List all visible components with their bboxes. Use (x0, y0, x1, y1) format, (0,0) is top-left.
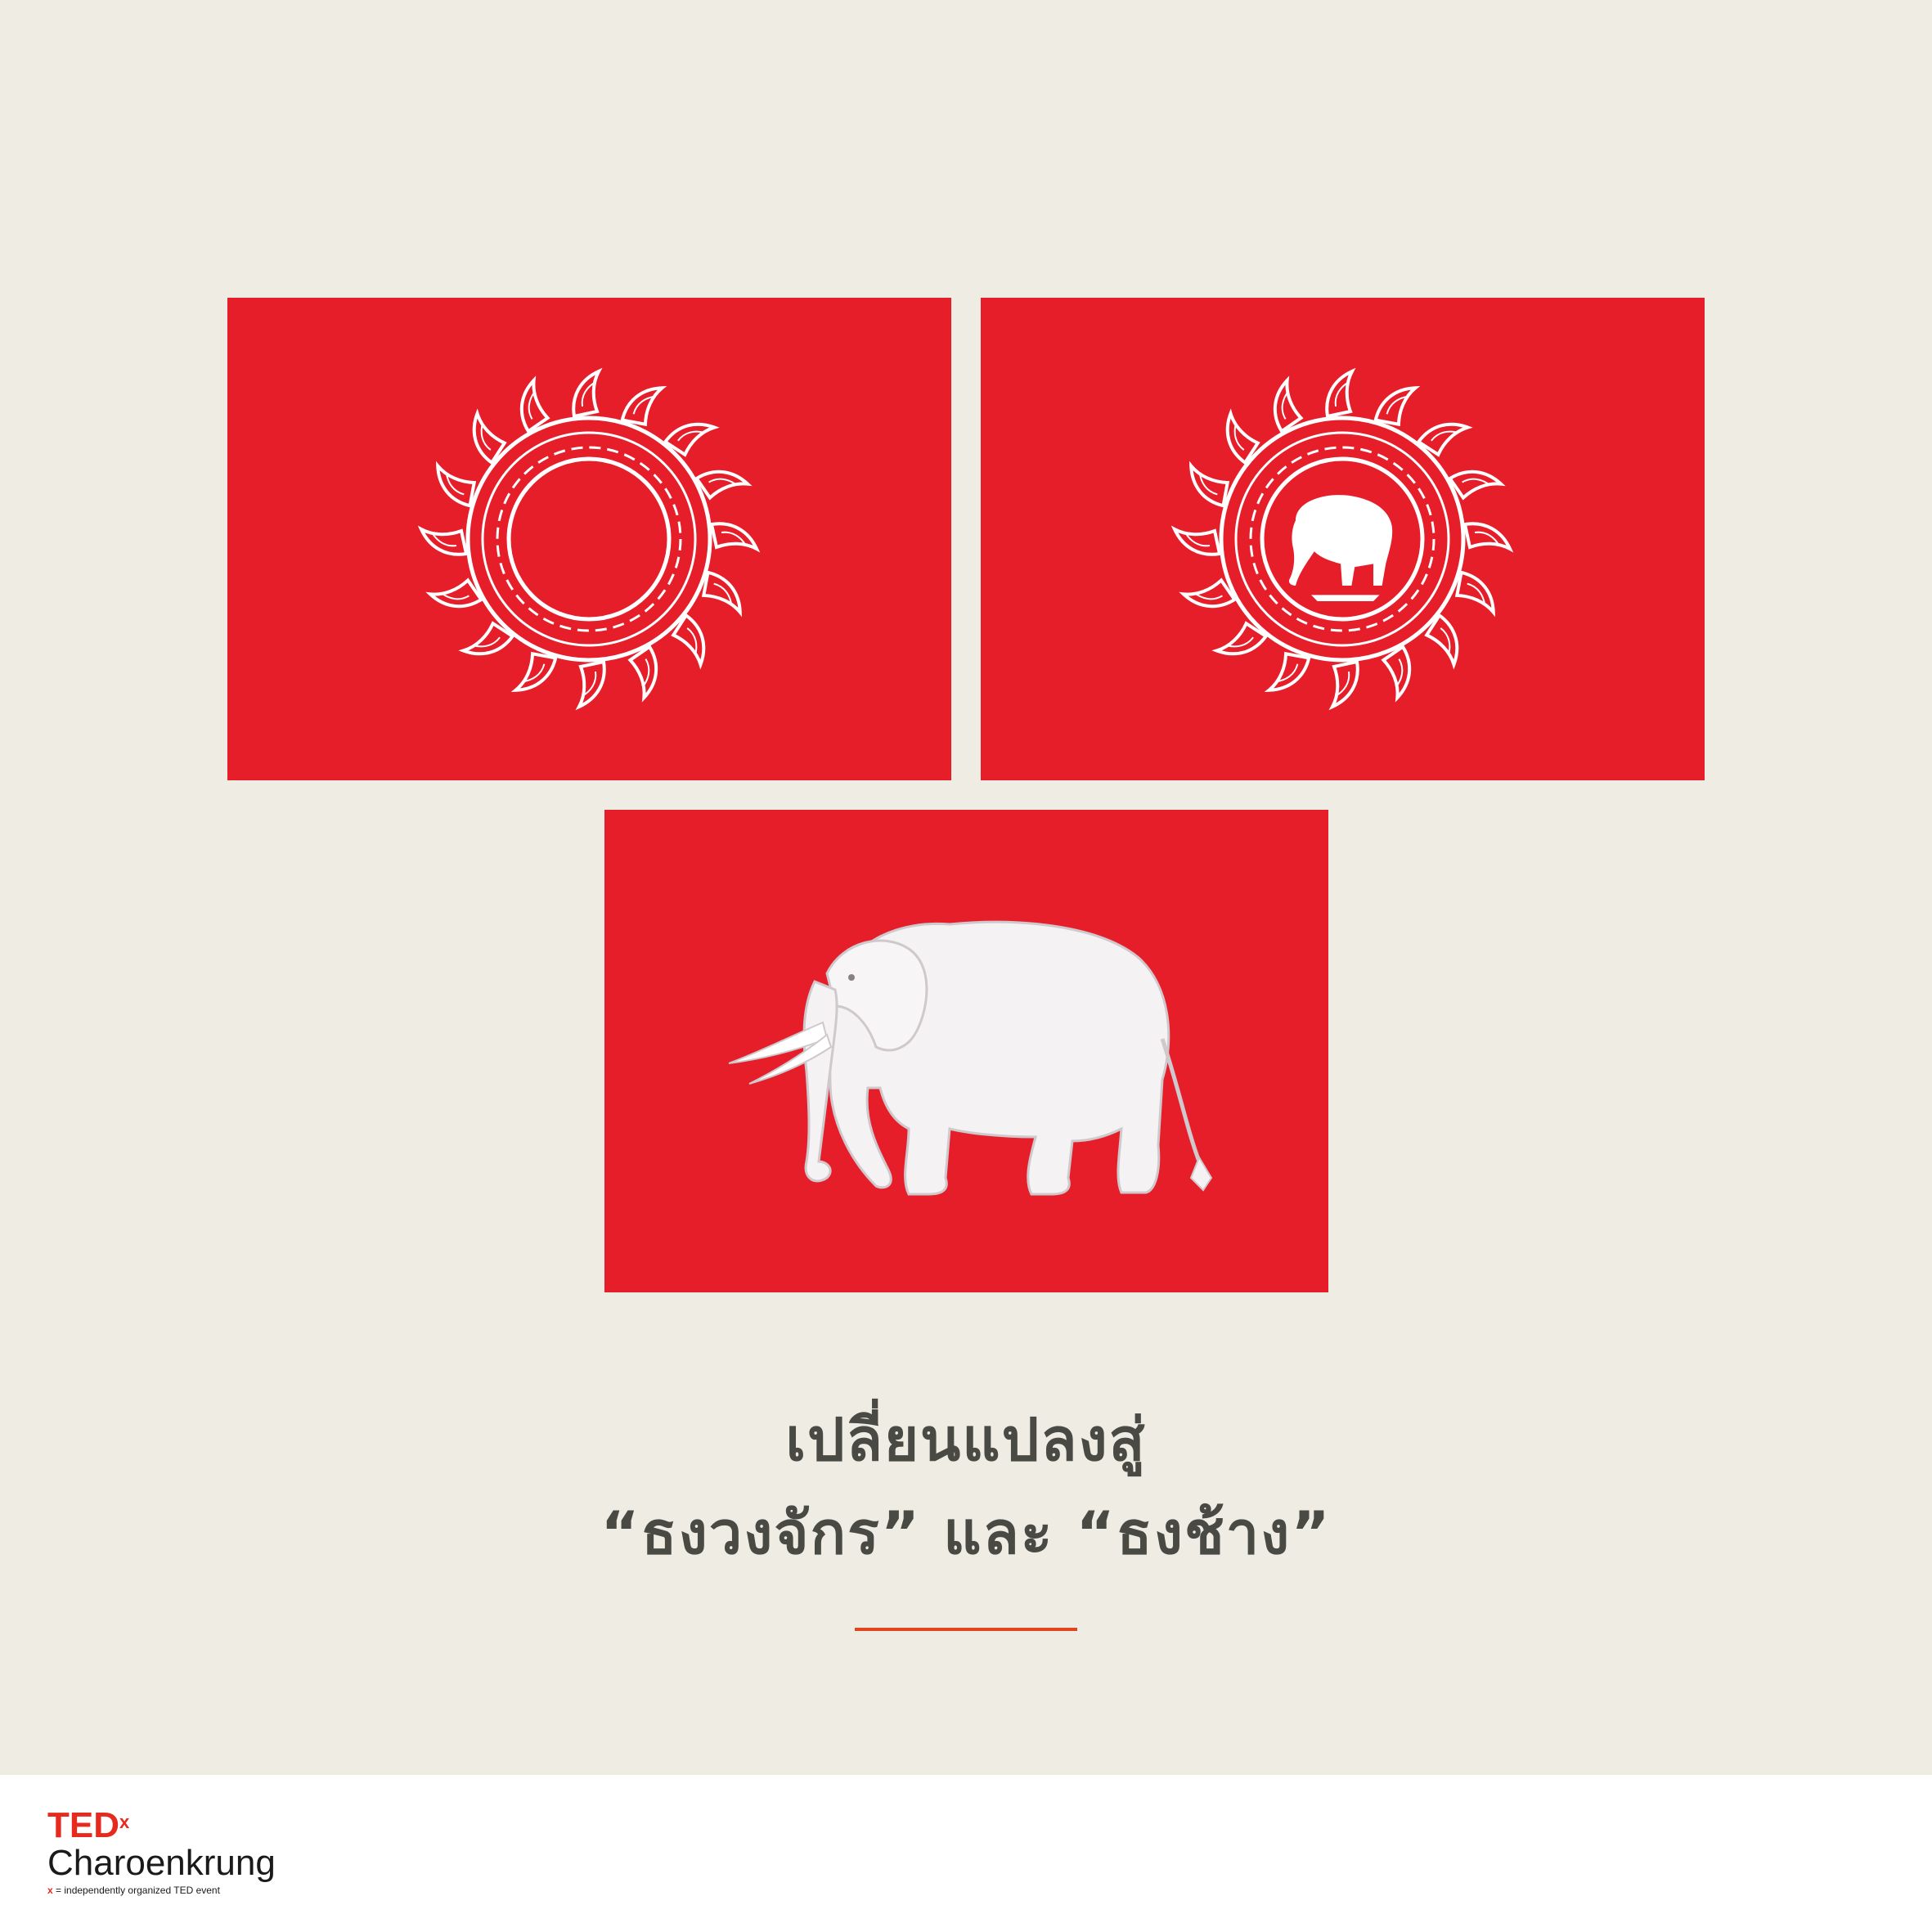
chakra-elephant-flag-image (981, 298, 1705, 780)
ted-text: TED (47, 1805, 119, 1845)
footer (0, 1775, 1932, 1932)
tedx-charoenkrung-logo: TEDx Charoenkrung x = independently orga… (47, 1808, 276, 1897)
chakra-flag-image (227, 298, 951, 780)
headline-line-1: เปลี่ยนแปลงสู่ (785, 1405, 1147, 1474)
ted-wordmark: TEDx (47, 1808, 276, 1844)
elephant-flag-image (604, 810, 1328, 1292)
accent-divider (855, 1628, 1077, 1631)
brand-name: Charoenkrung (47, 1843, 276, 1883)
brand-tagline: x = independently organized TED event (47, 1885, 276, 1896)
poster-canvas: เปลี่ยนแปลงสู่ “ธงวงจักร” และ “ธงช้าง” (0, 0, 1932, 1775)
tagline-text: = independently organized TED event (52, 1885, 220, 1896)
chakra-flag (227, 298, 951, 780)
elephant-flag (604, 810, 1328, 1292)
tagline-x: x (47, 1885, 53, 1896)
headline-line-2: “ธงวงจักร” และ “ธงช้าง” (600, 1498, 1332, 1567)
ted-x-mark: x (119, 1812, 130, 1832)
chakra-elephant-flag (981, 298, 1705, 780)
